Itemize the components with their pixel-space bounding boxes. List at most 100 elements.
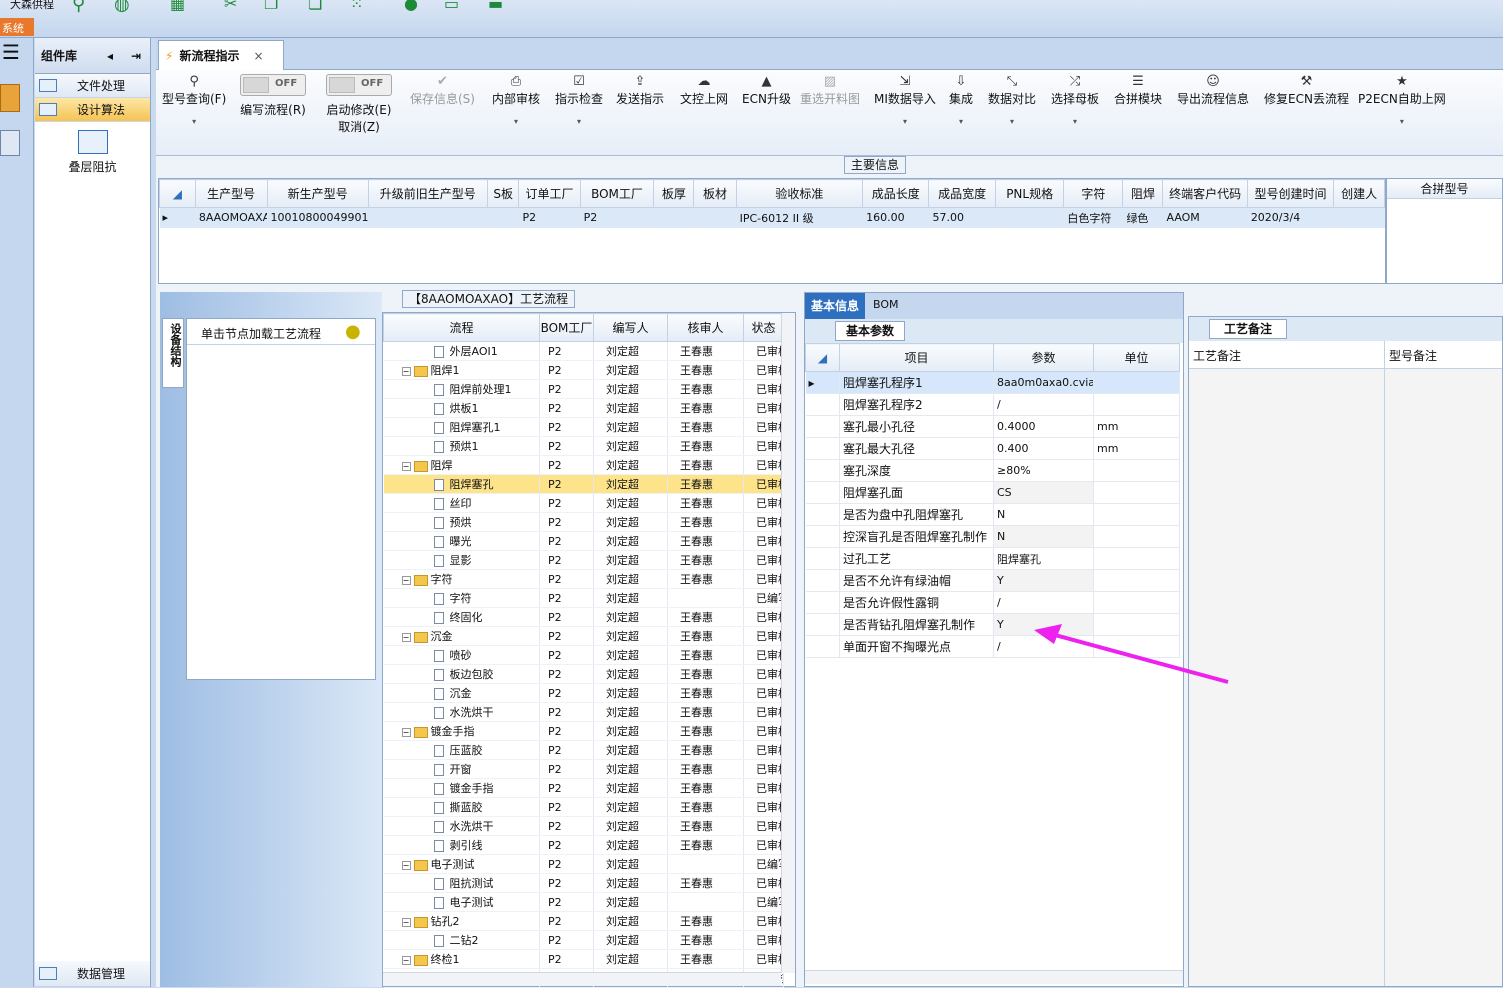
- flow-column-header[interactable]: BOM工厂: [539, 313, 594, 342]
- flow-row[interactable]: 压蓝胶 P2刘定超王春惠已审核: [383, 740, 784, 760]
- scissors-icon[interactable]: ✂: [224, 0, 237, 13]
- flow-name-cell[interactable]: 剥引线: [383, 835, 540, 855]
- merge-button[interactable]: ☰ 合拼模块: [1114, 74, 1162, 107]
- flow-row[interactable]: 字符 P2刘定超 已编写: [383, 588, 784, 608]
- flow-row[interactable]: 曝光 P2刘定超王春惠已审核: [383, 531, 784, 551]
- flow-row[interactable]: 沉金 P2刘定超王春惠已审核: [383, 683, 784, 703]
- flow-name-cell[interactable]: 阻焊前处理1: [383, 379, 540, 399]
- collapse-icon[interactable]: −: [401, 575, 411, 585]
- flow-name-cell[interactable]: 水洗烘干: [383, 702, 540, 722]
- main-info-cell[interactable]: AAOM: [1162, 207, 1248, 228]
- paste-icon[interactable]: ❏: [308, 0, 322, 13]
- model-query-button[interactable]: ⚲ 型号查询(F) ▾: [162, 74, 226, 126]
- column-header[interactable]: 字符: [1063, 179, 1124, 208]
- param-row[interactable]: 是否不允许有绿油帽 Y: [805, 569, 1180, 592]
- main-info-cell[interactable]: [653, 207, 695, 228]
- flow-name-cell[interactable]: 开窗: [383, 759, 540, 779]
- flow-vertical-scrollbar[interactable]: [781, 313, 795, 973]
- column-header[interactable]: 生产型号: [194, 179, 268, 208]
- flow-name-cell[interactable]: 电子测试: [383, 892, 540, 912]
- close-icon[interactable]: ×: [253, 49, 263, 63]
- flow-row[interactable]: 阻焊塞孔 P2刘定超王春惠已审核: [383, 474, 784, 494]
- main-info-cell[interactable]: [693, 207, 737, 228]
- device-tree[interactable]: 单击节点加载工艺流程 ●: [186, 318, 376, 680]
- flow-column-header[interactable]: 流程: [383, 313, 540, 342]
- flow-name-cell[interactable]: − 字符: [383, 569, 540, 589]
- tool-icon[interactable]: [0, 84, 20, 112]
- flow-row[interactable]: 喷砂 P2刘定超王春惠已审核: [383, 645, 784, 665]
- flow-row[interactable]: 镀金手指 P2刘定超王春惠已审核: [383, 778, 784, 798]
- flow-row[interactable]: 水洗烘干 P2刘定超王春惠已审核: [383, 702, 784, 722]
- flow-name-cell[interactable]: − 阻焊: [383, 455, 540, 475]
- dropdown-icon[interactable]: ▾: [492, 117, 540, 126]
- param-row[interactable]: 是否允许假性露铜 /: [805, 591, 1180, 614]
- param-val-cell[interactable]: /: [993, 393, 1094, 416]
- flow-row[interactable]: − 镀金手指 P2刘定超王春惠已审核: [383, 721, 784, 741]
- row-selector-header[interactable]: ◢: [805, 343, 840, 372]
- param-row[interactable]: 阻焊塞孔面 CS: [805, 481, 1180, 504]
- send-button[interactable]: ⇪ 发送指示: [616, 74, 664, 107]
- param-row[interactable]: 塞孔深度 ≥80%: [805, 459, 1180, 482]
- flow-column-header[interactable]: 编写人: [593, 313, 668, 342]
- flow-name-cell[interactable]: 压蓝胶: [383, 740, 540, 760]
- flow-row[interactable]: − 钻孔2 P2刘定超王春惠已审核: [383, 911, 784, 931]
- compare-button[interactable]: ⤡ 数据对比 ▾: [988, 74, 1036, 126]
- flow-name-cell[interactable]: − 钻孔2: [383, 911, 540, 931]
- arrow-left-icon[interactable]: ◂: [107, 49, 113, 63]
- tab-basic-params[interactable]: 基本参数: [835, 321, 906, 341]
- collapse-icon[interactable]: −: [401, 917, 411, 927]
- flow-name-cell[interactable]: 二钻2: [383, 930, 540, 950]
- flow-row[interactable]: 烘板1 P2刘定超王春惠已审核: [383, 398, 784, 418]
- flow-row[interactable]: − 阻焊1 P2刘定超王春惠已审核: [383, 360, 784, 380]
- flow-name-cell[interactable]: 终固化: [383, 607, 540, 627]
- flow-row[interactable]: 丝印 P2刘定超王春惠已审核: [383, 493, 784, 513]
- flow-row[interactable]: 二钻2 P2刘定超王春惠已审核: [383, 930, 784, 950]
- internal-review-button[interactable]: ⎙ 内部审核 ▾: [492, 74, 540, 126]
- flow-name-cell[interactable]: − 阻焊1: [383, 360, 540, 380]
- column-header[interactable]: PNL规格: [994, 179, 1065, 208]
- dropdown-icon[interactable]: ▾: [555, 117, 603, 126]
- pin-icon[interactable]: ⇥: [131, 49, 141, 63]
- param-val-cell[interactable]: N: [993, 503, 1094, 526]
- library-item-data[interactable]: 数据管理: [35, 961, 150, 987]
- column-header[interactable]: 创建人: [1333, 179, 1385, 208]
- flow-row[interactable]: 阻焊塞孔1 P2刘定超王春惠已审核: [383, 417, 784, 437]
- toggle-switch[interactable]: OFF: [326, 74, 392, 96]
- param-row[interactable]: 是否为盘中孔阻焊塞孔 N: [805, 503, 1180, 526]
- column-header[interactable]: 板厚: [653, 179, 695, 208]
- tab-new-flow[interactable]: ⚡ 新流程指示 ×: [158, 40, 284, 70]
- dropdown-icon[interactable]: ▾: [1051, 117, 1099, 126]
- flow-name-cell[interactable]: − 镀金手指: [383, 721, 540, 741]
- main-info-cell[interactable]: [368, 207, 488, 228]
- params-column-header[interactable]: 项目: [839, 343, 994, 372]
- dropdown-icon[interactable]: ▾: [988, 117, 1036, 126]
- flow-row[interactable]: 阻焊前处理1 P2刘定超王春惠已审核: [383, 379, 784, 399]
- param-row[interactable]: 控深盲孔是否阻焊塞孔制作 N: [805, 525, 1180, 548]
- collapse-icon[interactable]: −: [401, 727, 411, 737]
- library-item-design[interactable]: 设计算法: [35, 98, 150, 122]
- main-info-row[interactable]: ▸8AAOMOAXAO10010800049901 P2P2 IPC-6012 II…: [159, 207, 1385, 228]
- column-header[interactable]: 阻焊: [1122, 179, 1164, 208]
- flow-name-cell[interactable]: 丝印: [383, 493, 540, 513]
- param-val-cell[interactable]: N: [993, 525, 1094, 548]
- write-flow-toggle[interactable]: OFF 编写流程(R): [240, 74, 306, 118]
- main-info-cell[interactable]: 10010800049901: [267, 207, 369, 228]
- user-icon[interactable]: ●: [404, 0, 418, 13]
- param-val-cell[interactable]: ≥80%: [993, 459, 1094, 482]
- main-info-cell[interactable]: [995, 207, 1065, 228]
- flow-column-header[interactable]: 核审人: [667, 313, 744, 342]
- dropdown-icon[interactable]: ▾: [949, 117, 973, 126]
- save-button[interactable]: ✔ 保存信息(S): [410, 74, 475, 107]
- main-info-cell[interactable]: IPC-6012 II 级: [736, 207, 864, 228]
- param-row[interactable]: 塞孔最小孔径 0.4000 mm: [805, 415, 1180, 438]
- dropdown-icon[interactable]: ▾: [1358, 117, 1446, 126]
- p2ecn-button[interactable]: ★ P2ECN自助上网 ▾: [1358, 74, 1446, 126]
- cancel-label[interactable]: 取消(Z): [338, 120, 380, 134]
- column-header[interactable]: 订单工厂: [518, 179, 581, 208]
- flow-row[interactable]: 阻抗测试 P2刘定超王春惠已审核: [383, 873, 784, 893]
- flow-row[interactable]: 预烘 P2刘定超王春惠已审核: [383, 512, 784, 532]
- upload-button[interactable]: ☁ 文控上网: [680, 74, 728, 107]
- param-val-cell[interactable]: 8aa0m0axa0.cvia: [993, 371, 1094, 394]
- column-header[interactable]: S板: [486, 179, 520, 208]
- flow-name-cell[interactable]: − 终检1: [383, 949, 540, 969]
